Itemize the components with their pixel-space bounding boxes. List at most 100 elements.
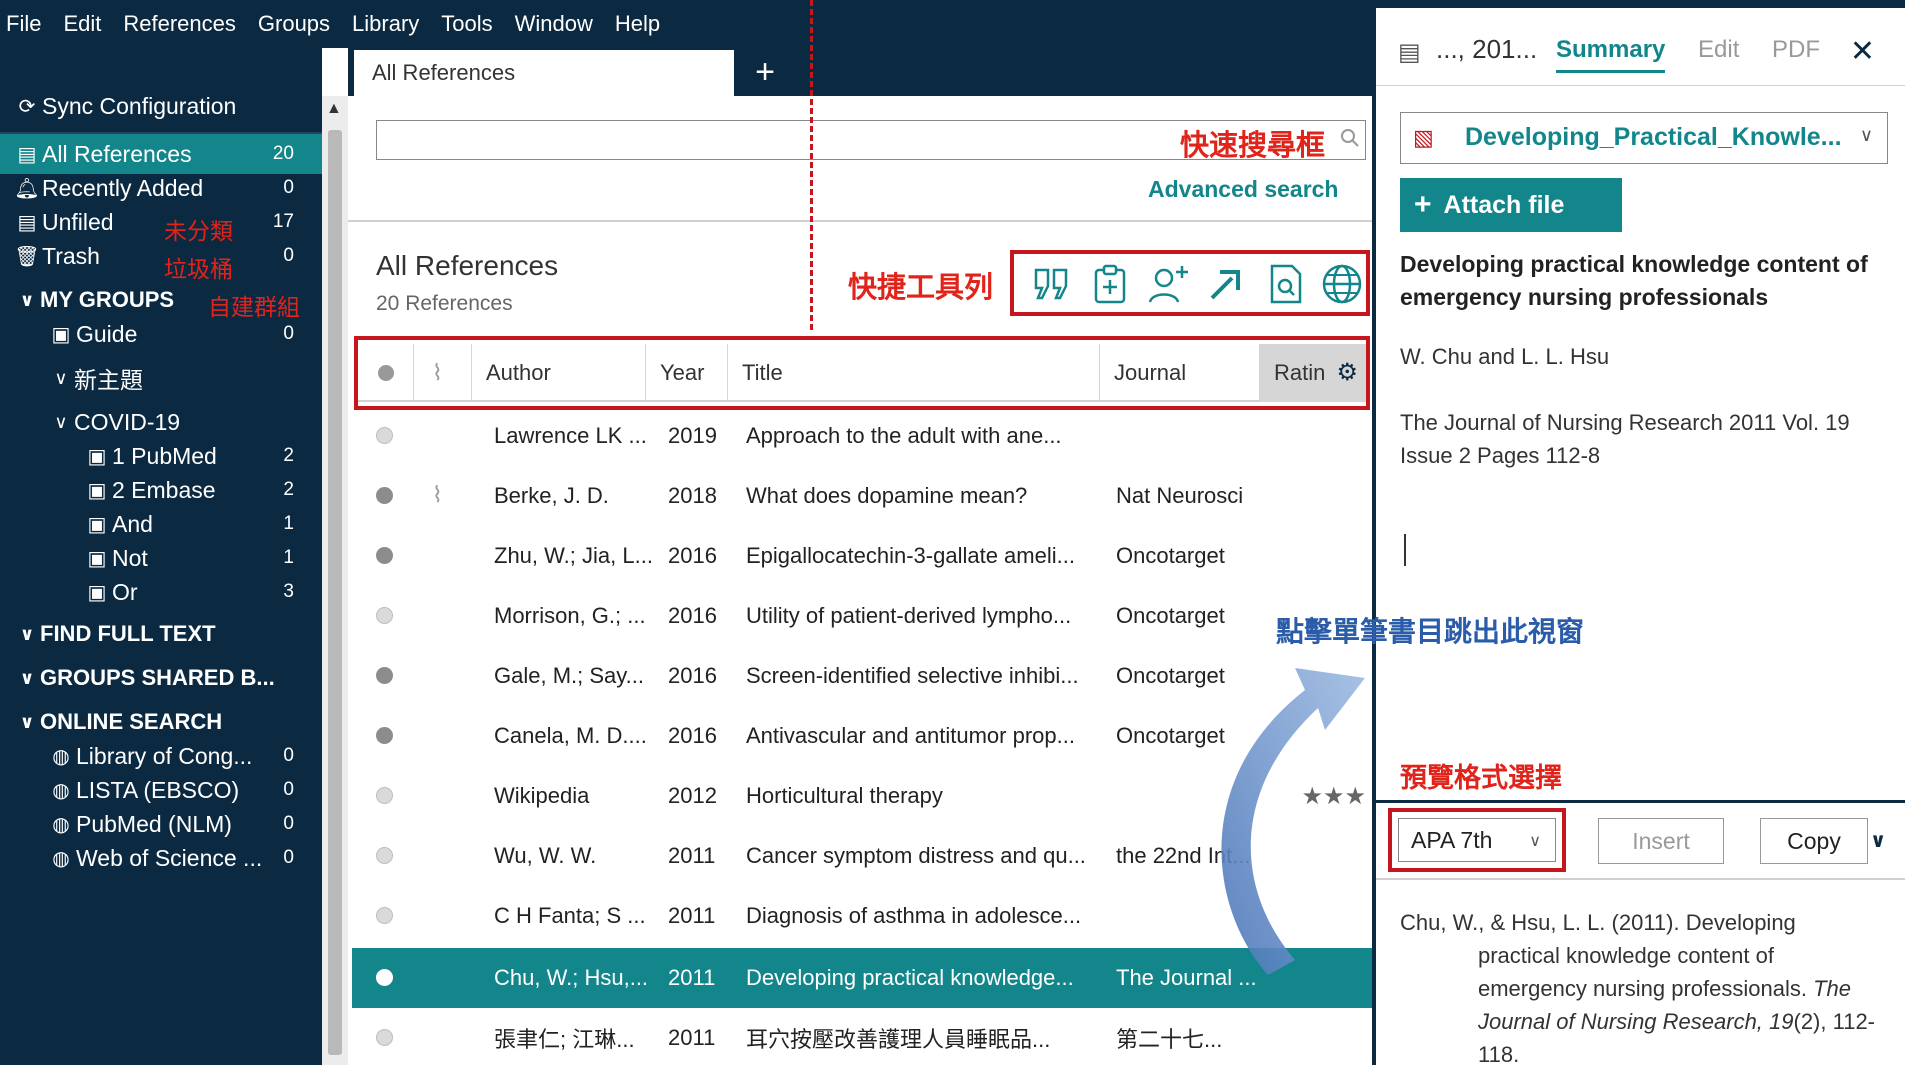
menu-references[interactable]: References — [123, 11, 236, 37]
reference-short-label: ..., 201... — [1436, 34, 1538, 64]
new-tab-button[interactable]: + — [742, 50, 788, 96]
online-count: 0 — [283, 745, 294, 766]
main-divider — [348, 220, 1372, 222]
find-full-text-icon[interactable] — [1264, 262, 1308, 306]
format-annotation: 預覽格式選擇 — [1400, 763, 1562, 793]
read-check-icon[interactable] — [376, 847, 393, 864]
sync-configuration[interactable]: ⟳ Sync Configuration — [0, 86, 322, 126]
online-search-globe-icon[interactable] — [1320, 262, 1364, 306]
scrollbar-thumb[interactable] — [328, 130, 342, 1055]
globe-icon: ◍ — [52, 813, 70, 836]
column-author[interactable]: Author — [472, 344, 646, 402]
online-web-of-science[interactable]: ◍ Web of Science ... 0 — [0, 838, 322, 878]
row-year: 2016 — [668, 603, 717, 628]
read-check-icon[interactable] — [376, 427, 393, 444]
unread-dot-icon[interactable] — [376, 667, 393, 684]
insert-citation-icon[interactable] — [1030, 262, 1074, 306]
row-author: Wu, W. W. — [494, 843, 597, 868]
citation-style-select[interactable]: APA 7th ∨ — [1398, 818, 1556, 862]
close-icon[interactable]: ✕ — [1850, 34, 1875, 69]
row-author: Berke, J. D. — [494, 483, 609, 508]
copy-button[interactable]: Copy — [1760, 818, 1868, 864]
unread-dot-icon[interactable] — [376, 727, 393, 744]
document-icon: ▤ — [1398, 39, 1421, 66]
insert-button[interactable]: Insert — [1598, 818, 1724, 864]
clipboard-add-icon[interactable] — [1088, 262, 1132, 306]
sidebar-scrollbar[interactable]: ▲ — [322, 96, 348, 1065]
table-row[interactable]: Zhu, W.; Jia, L... 2016 Epigallocatechin-3… — [352, 526, 1372, 586]
row-title: 耳穴按壓改善護理人員睡眠品... — [746, 1027, 1051, 1052]
row-journal: Oncotarget — [1116, 603, 1225, 628]
add-user-icon[interactable] — [1146, 262, 1190, 306]
tab-summary[interactable]: Summary — [1556, 36, 1666, 73]
table-row[interactable]: Morrison, G.; ... 2016 Utility of patient-… — [352, 586, 1372, 646]
read-check-icon[interactable] — [376, 1029, 393, 1046]
scroll-up-icon[interactable]: ▲ — [326, 100, 342, 118]
tab-all-references[interactable]: All References — [354, 50, 734, 96]
menu-file[interactable]: File — [6, 11, 41, 37]
online-label: Library of Cong... — [76, 742, 253, 769]
sidebar-item-count: 20 — [272, 143, 294, 164]
trash-annotation: 垃圾桶 — [164, 256, 233, 282]
column-title[interactable]: Title — [728, 344, 1100, 402]
group-guide[interactable]: ▣ Guide 0 — [0, 314, 322, 354]
row-author: C H Fanta; S ... — [494, 903, 646, 928]
attach-file-button[interactable]: + Attach file — [1400, 178, 1622, 232]
share-arrow-icon[interactable] — [1204, 262, 1248, 306]
gear-icon[interactable]: ⚙ — [1336, 358, 1358, 387]
library-tab-bar: All References + — [348, 48, 1372, 96]
copy-options-chevron-icon[interactable]: ∨ — [1870, 828, 1886, 853]
sidebar-item-label: Recently Added — [42, 174, 204, 201]
group-count: 0 — [283, 323, 294, 344]
row-author: Morrison, G.; ... — [494, 603, 646, 628]
row-year: 2016 — [668, 543, 717, 568]
citation-text: Chu, W., & Hsu, L. L. (2011). Developing… — [1400, 910, 1814, 1001]
read-check-icon[interactable] — [376, 907, 393, 924]
chevron-down-icon: ∨ — [19, 289, 35, 310]
attachment-name: Developing_Practical_Knowle... — [1465, 123, 1842, 151]
menu-window[interactable]: Window — [515, 11, 593, 37]
row-rating — [1276, 1008, 1366, 1065]
column-journal[interactable]: Journal — [1100, 344, 1260, 402]
groups-shared-header[interactable]: ∨ GROUPS SHARED B... — [0, 658, 322, 698]
tab-edit[interactable]: Edit — [1698, 36, 1739, 64]
menu-library[interactable]: Library — [352, 11, 419, 37]
menu-tools[interactable]: Tools — [441, 11, 492, 37]
read-check-icon[interactable] — [376, 787, 393, 804]
column-read-status[interactable] — [358, 344, 414, 402]
column-year[interactable]: Year — [646, 344, 728, 402]
menu-edit[interactable]: Edit — [63, 11, 101, 37]
advanced-search-link[interactable]: Advanced search — [1148, 176, 1338, 203]
unread-dot-icon[interactable] — [376, 487, 393, 504]
panel-top-border — [1376, 0, 1905, 8]
table-row[interactable]: 張聿仁; 江琳... 2011 耳穴按壓改善護理人員睡眠品... 第二十七... — [352, 1008, 1372, 1065]
column-rating[interactable]: Ratin ⚙ — [1260, 344, 1366, 402]
row-title: Horticultural therapy — [746, 783, 943, 808]
smart-group-icon: ▣ — [87, 581, 107, 604]
groups-shared-label: GROUPS SHARED B... — [40, 665, 275, 690]
panel-header: ▤ ..., 201... Summary Edit PDF ✕ — [1376, 8, 1905, 86]
group-set-new-topic[interactable]: ∨ 新主題 — [0, 358, 322, 398]
unread-dot-icon[interactable] — [376, 547, 393, 564]
column-attachment[interactable]: ⌇ — [414, 344, 472, 402]
menu-help[interactable]: Help — [615, 11, 660, 37]
reference-title: Developing practical knowledge content o… — [1400, 251, 1868, 310]
attachment-select[interactable]: ▧ Developing_Practical_Knowle... ∨ — [1400, 112, 1888, 164]
read-check-icon[interactable] — [376, 969, 393, 986]
tab-pdf[interactable]: PDF — [1772, 36, 1820, 64]
search-icon[interactable] — [1339, 127, 1361, 149]
sidebar-item-trash[interactable]: 🗑︎ Trash 0 — [0, 236, 322, 276]
sync-icon: ⟳ — [18, 95, 36, 118]
menu-groups[interactable]: Groups — [258, 11, 330, 37]
find-full-text-header[interactable]: ∨ FIND FULL TEXT — [0, 614, 322, 654]
group-label: 2 Embase — [112, 476, 216, 503]
table-row[interactable]: ⌇ Berke, J. D. 2018 What does dopamine mean… — [352, 466, 1372, 526]
format-divider — [1376, 800, 1905, 803]
sidebar-item-count: 0 — [283, 177, 294, 198]
group-or[interactable]: ▣ Or 3 — [0, 572, 322, 612]
group-label: Guide — [76, 320, 138, 347]
row-title: Diagnosis of asthma in adolesce... — [746, 903, 1082, 928]
sidebar: ⟳ Sync Configuration ▤ All References 20… — [0, 48, 322, 1065]
read-check-icon[interactable] — [376, 607, 393, 624]
table-row[interactable]: Lawrence LK ... 2019 Approach to the adult… — [352, 406, 1372, 466]
